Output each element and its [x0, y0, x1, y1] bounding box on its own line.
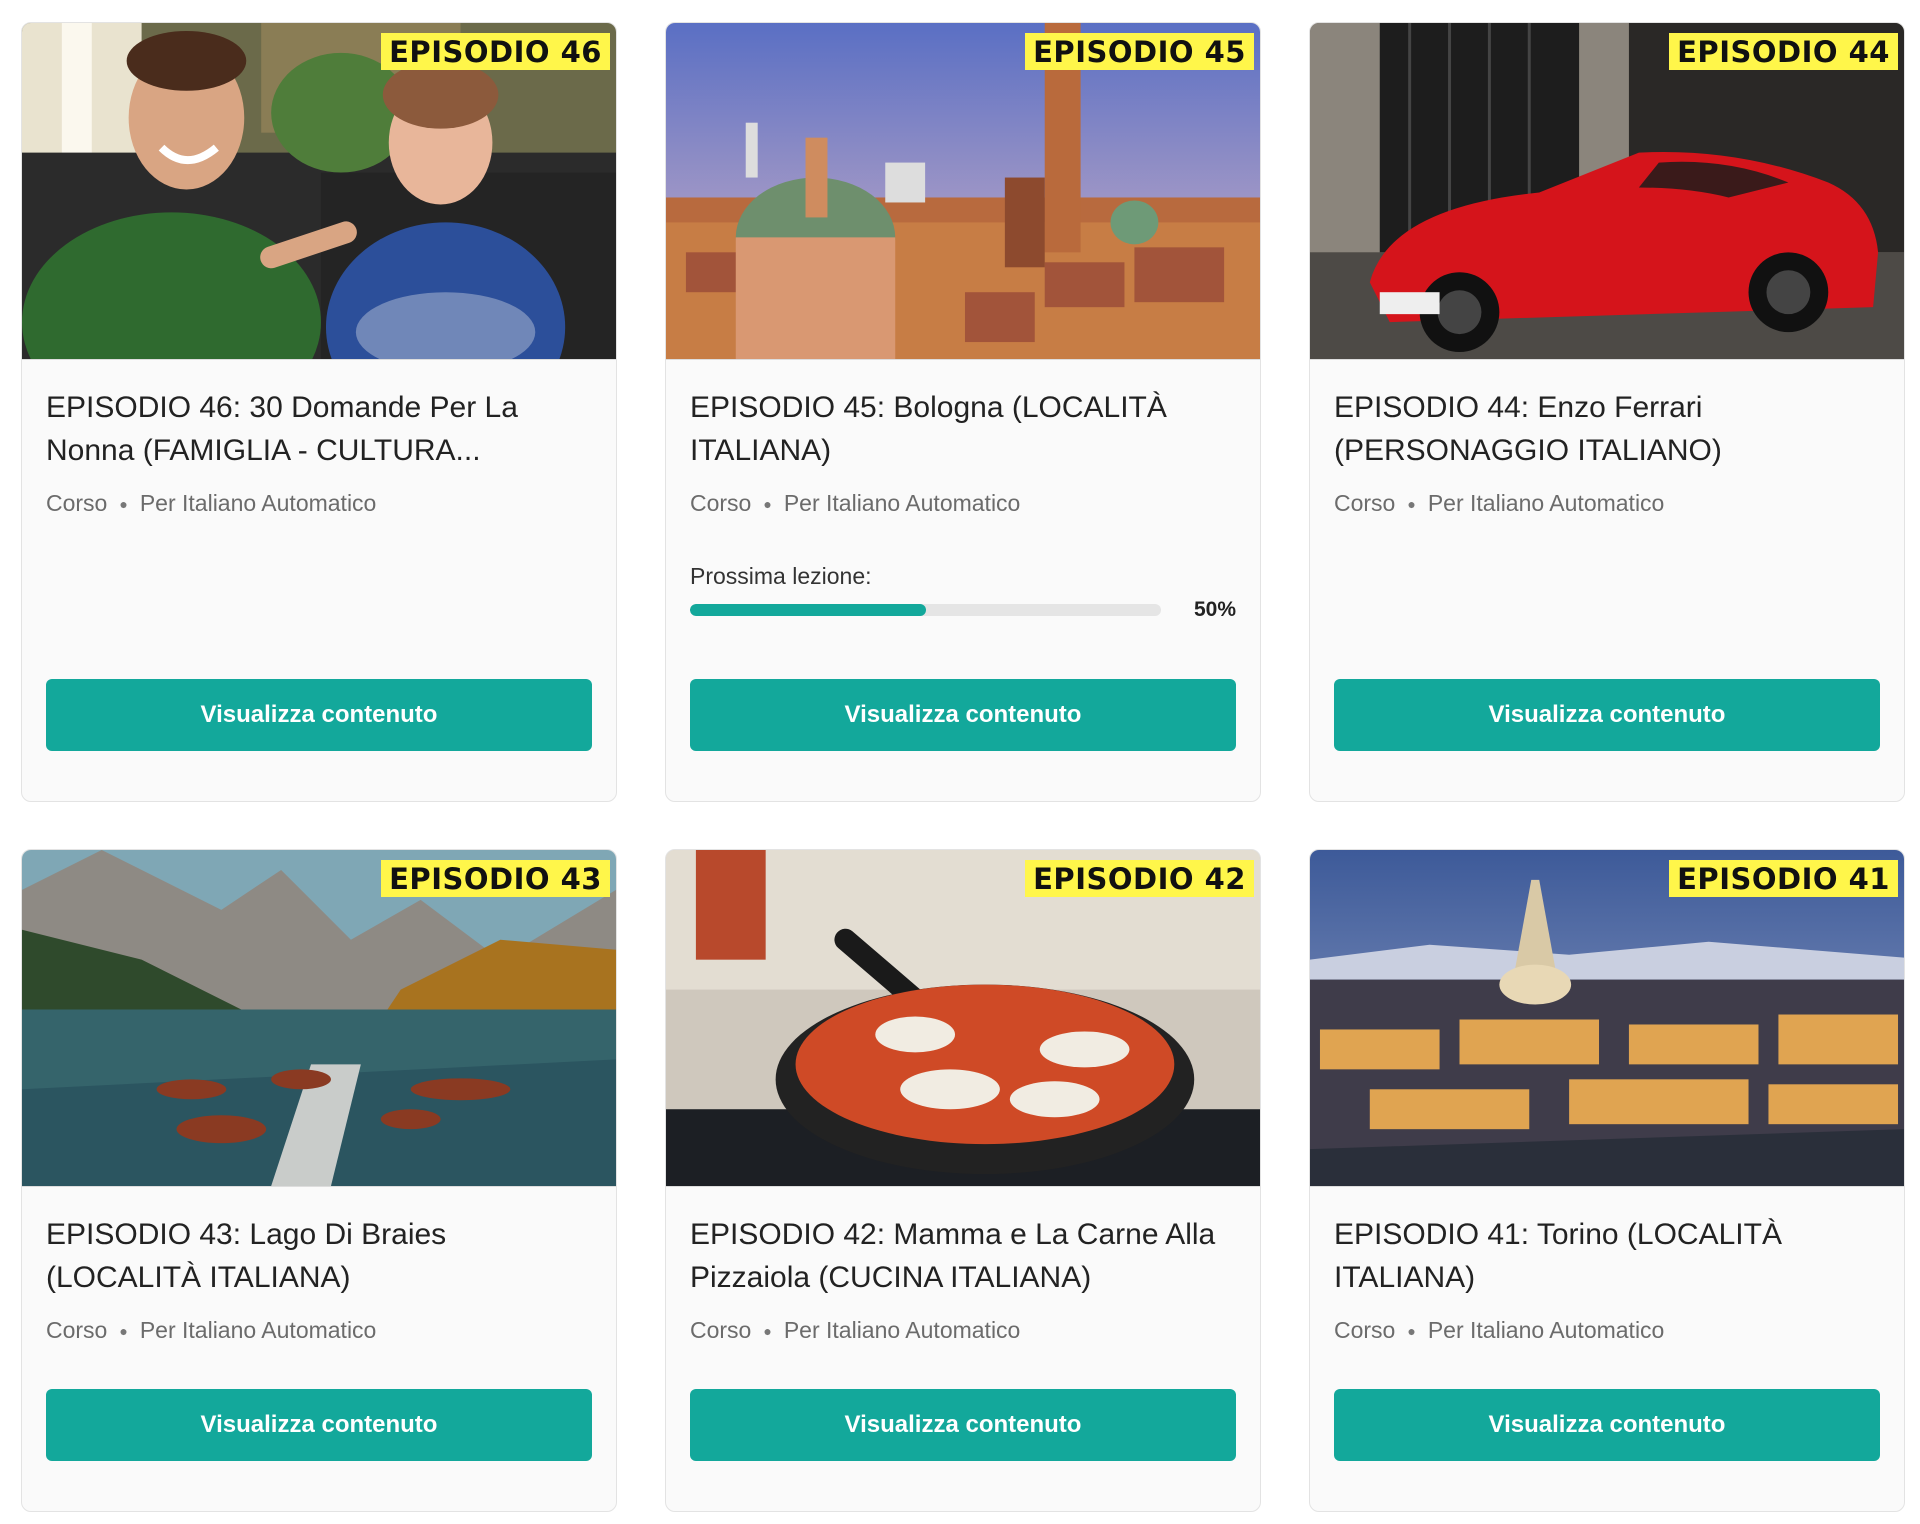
separator-dot: ●	[119, 1322, 128, 1339]
progress-label: Prossima lezione:	[690, 563, 872, 589]
photo-pan-tomato-sauce	[666, 850, 1260, 1186]
course-thumbnail[interactable]: EPISODIO 46	[22, 23, 616, 360]
course-title[interactable]: EPISODIO 45: Bologna (LOCALITÀ ITALIANA)	[690, 386, 1236, 472]
view-content-button[interactable]: Visualizza contenuto	[690, 679, 1236, 751]
course-author: Per Italiano Automatico	[1427, 490, 1665, 516]
course-title[interactable]: EPISODIO 42: Mamma e La Carne Alla Pizza…	[690, 1213, 1236, 1299]
course-card: EPISODIO 45 EPISODIO 45: Bologna (LOCALI…	[665, 22, 1261, 802]
view-content-button[interactable]: Visualizza contenuto	[46, 1389, 592, 1461]
course-thumbnail[interactable]: EPISODIO 45	[666, 23, 1260, 360]
course-meta: Corso ● Per Italiano Automatico	[1334, 1317, 1880, 1344]
course-card: EPISODIO 41 EPISODIO 41: Torino (LOCALIT…	[1309, 849, 1905, 1512]
course-title[interactable]: EPISODIO 44: Enzo Ferrari (PERSONAGGIO I…	[1334, 386, 1880, 472]
course-type: Corso	[690, 490, 752, 516]
course-progress: Prossima lezione: 50%	[690, 563, 1236, 622]
course-thumbnail[interactable]: EPISODIO 41	[1310, 850, 1904, 1187]
progress-percent: 50%	[1193, 598, 1236, 621]
progress-track	[690, 604, 1161, 616]
course-author: Per Italiano Automatico	[783, 1317, 1021, 1343]
course-card: EPISODIO 43 EPISODIO 43: Lago Di Braies …	[21, 849, 617, 1512]
course-meta: Corso ● Per Italiano Automatico	[46, 1317, 592, 1344]
progress-fill	[690, 604, 926, 616]
course-meta: Corso ● Per Italiano Automatico	[46, 490, 592, 517]
course-card: EPISODIO 44 EPISODIO 44: Enzo Ferrari (P…	[1309, 22, 1905, 802]
course-author: Per Italiano Automatico	[783, 490, 1021, 516]
course-thumbnail[interactable]: EPISODIO 43	[22, 850, 616, 1187]
episode-badge: EPISODIO 42	[1025, 860, 1254, 897]
view-content-button[interactable]: Visualizza contenuto	[1334, 1389, 1880, 1461]
episode-badge: EPISODIO 41	[1669, 860, 1898, 897]
separator-dot: ●	[763, 495, 772, 512]
photo-turin-night-skyline	[1310, 850, 1904, 1186]
course-type: Corso	[1334, 490, 1396, 516]
episode-badge: EPISODIO 46	[381, 33, 610, 70]
photo-mountain-lake-boats	[22, 850, 616, 1186]
episode-badge: EPISODIO 44	[1669, 33, 1898, 70]
episode-badge: EPISODIO 43	[381, 860, 610, 897]
course-type: Corso	[46, 490, 108, 516]
photo-two-people-on-sofa	[22, 23, 616, 359]
photo-bologna-cityscape	[666, 23, 1260, 359]
course-meta: Corso ● Per Italiano Automatico	[690, 490, 1236, 517]
course-author: Per Italiano Automatico	[1427, 1317, 1665, 1343]
course-meta: Corso ● Per Italiano Automatico	[690, 1317, 1236, 1344]
separator-dot: ●	[763, 1322, 772, 1339]
course-title[interactable]: EPISODIO 46: 30 Domande Per La Nonna (FA…	[46, 386, 592, 472]
view-content-button[interactable]: Visualizza contenuto	[690, 1389, 1236, 1461]
course-type: Corso	[46, 1317, 108, 1343]
course-card: EPISODIO 42 EPISODIO 42: Mamma e La Carn…	[665, 849, 1261, 1512]
course-meta: Corso ● Per Italiano Automatico	[1334, 490, 1880, 517]
photo-red-sports-car	[1310, 23, 1904, 359]
separator-dot: ●	[1407, 495, 1416, 512]
course-title[interactable]: EPISODIO 41: Torino (LOCALITÀ ITALIANA)	[1334, 1213, 1880, 1299]
course-author: Per Italiano Automatico	[139, 490, 377, 516]
course-thumbnail[interactable]: EPISODIO 44	[1310, 23, 1904, 360]
view-content-button[interactable]: Visualizza contenuto	[1334, 679, 1880, 751]
course-author: Per Italiano Automatico	[139, 1317, 377, 1343]
episode-badge: EPISODIO 45	[1025, 33, 1254, 70]
separator-dot: ●	[119, 495, 128, 512]
course-title[interactable]: EPISODIO 43: Lago Di Braies (LOCALITÀ IT…	[46, 1213, 592, 1299]
course-card: EPISODIO 46 EPISODIO 46: 30 Domande Per …	[21, 22, 617, 802]
separator-dot: ●	[1407, 1322, 1416, 1339]
course-thumbnail[interactable]: EPISODIO 42	[666, 850, 1260, 1187]
course-type: Corso	[1334, 1317, 1396, 1343]
view-content-button[interactable]: Visualizza contenuto	[46, 679, 592, 751]
course-type: Corso	[690, 1317, 752, 1343]
course-grid: EPISODIO 46 EPISODIO 46: 30 Domande Per …	[0, 0, 1920, 1524]
